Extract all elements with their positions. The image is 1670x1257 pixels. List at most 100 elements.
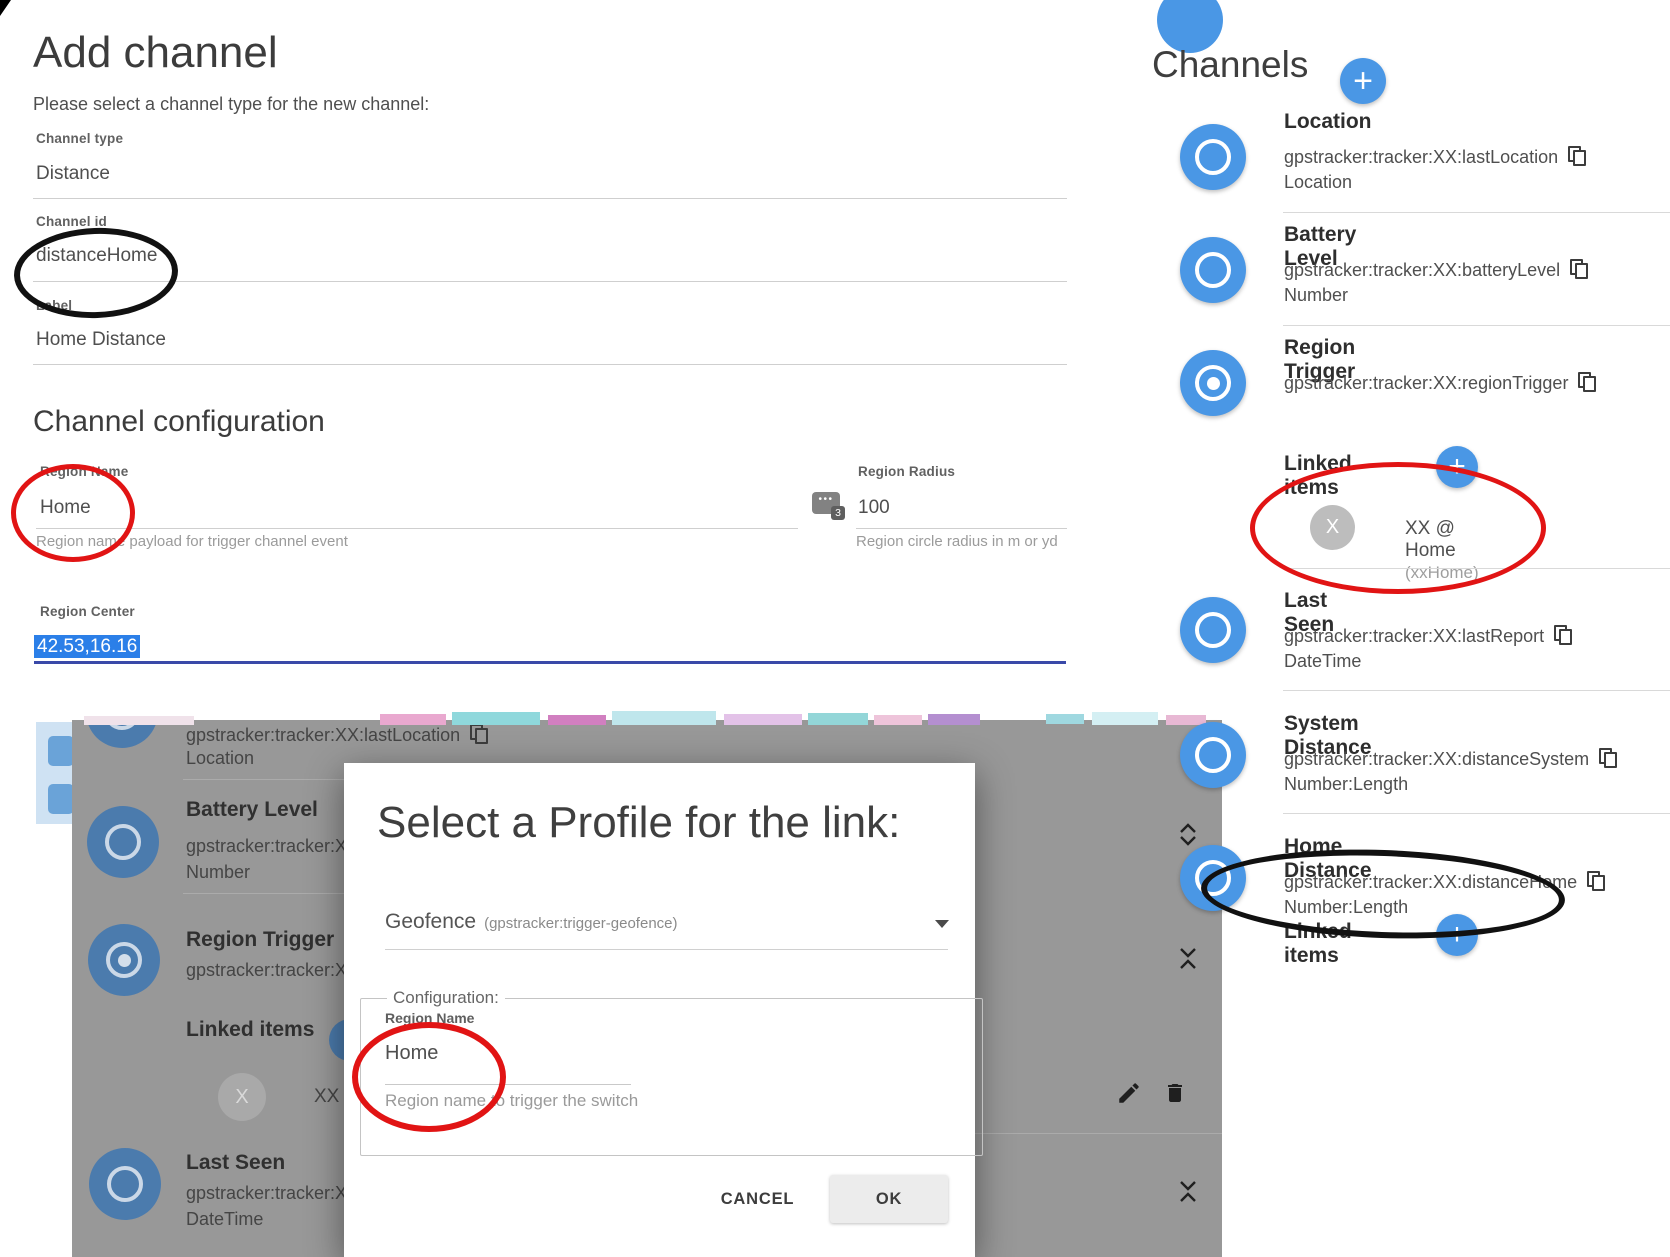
collapse-row-icon[interactable] — [1178, 1180, 1198, 1203]
system-distance-channel-icon — [1180, 722, 1246, 788]
divider — [33, 281, 1067, 282]
region-center-input[interactable]: 42.53,16.16 — [34, 636, 140, 658]
copy-icon[interactable] — [1587, 871, 1604, 891]
last-seen-channel-icon — [89, 1148, 161, 1220]
page-subtitle: Please select a channel type for the new… — [33, 94, 429, 115]
channel-id-label: Channel id — [36, 214, 107, 229]
copy-icon[interactable] — [1570, 259, 1587, 279]
cancel-button[interactable]: CANCEL — [700, 1178, 815, 1220]
dialog-region-name-label: Region Name — [385, 1010, 474, 1026]
corner-artifact — [0, 0, 11, 16]
divider — [385, 949, 948, 950]
label-field[interactable]: Home Distance — [36, 329, 166, 351]
battery-channel-icon — [1180, 237, 1246, 303]
channel-code: gpstracker:tracker:XX:lastReport — [1284, 625, 1571, 647]
channel-id-field[interactable]: distanceHome — [36, 245, 157, 267]
last-seen-channel-icon — [1180, 597, 1246, 663]
region-trigger-code: gpstracker:tracker:X — [186, 960, 347, 981]
collapse-row-icon[interactable] — [1178, 947, 1198, 970]
channel-type: Number:Length — [1284, 774, 1408, 795]
profile-select[interactable]: Geofence (gpstracker:trigger-geofence) — [385, 910, 678, 934]
map-widget-fragment — [36, 722, 74, 824]
region-trigger-channel-icon — [1180, 350, 1246, 416]
linked-item-avatar: X — [218, 1073, 266, 1121]
add-link-button[interactable]: + — [1436, 446, 1478, 488]
divider — [33, 198, 1067, 199]
channels-heading: Channels — [1152, 44, 1308, 86]
region-trigger-title: Region Trigger — [186, 928, 334, 952]
region-trigger-channel-icon — [88, 924, 160, 996]
location-channel-code: gpstracker:tracker:XX:lastLocation — [186, 724, 487, 746]
map-zoom-in-button[interactable] — [48, 736, 74, 766]
region-radius-input[interactable]: 100 — [858, 497, 890, 519]
region-name-label: Region Name — [40, 464, 128, 479]
location-channel-icon — [1180, 124, 1246, 190]
divider — [972, 1133, 1222, 1134]
ok-button[interactable]: OK — [830, 1175, 948, 1223]
add-link-button[interactable]: + — [1436, 914, 1478, 956]
divider — [1283, 568, 1670, 569]
battery-channel-title: Battery Level — [186, 798, 318, 822]
map-zoom-out-button[interactable] — [48, 784, 74, 814]
map-fragment — [548, 715, 606, 725]
channel-type: Location — [1284, 172, 1352, 193]
linked-item-label[interactable]: XX @ Home (xxHome) — [1405, 518, 1479, 584]
last-seen-title: Last Seen — [186, 1151, 285, 1175]
map-fragment — [1092, 712, 1158, 725]
channel-type: Number — [1284, 285, 1348, 306]
dialog-region-name-helper: Region name to trigger the switch — [385, 1091, 638, 1111]
focus-underline — [34, 661, 1066, 664]
region-name-helper: Region name payload for trigger channel … — [36, 533, 348, 550]
divider — [1283, 813, 1670, 814]
page-title: Add channel — [33, 28, 278, 78]
profile-selected-value: Geofence — [385, 910, 476, 933]
copy-icon[interactable] — [1578, 372, 1595, 392]
map-fragment — [380, 714, 446, 725]
channel-type: Number:Length — [1284, 897, 1408, 918]
channel-title: Location — [1284, 110, 1372, 134]
copy-icon[interactable] — [1554, 625, 1571, 645]
autofill-extension-icon[interactable]: ••• 3 — [812, 492, 840, 514]
divider — [385, 1084, 631, 1085]
configuration-legend: Configuration: — [387, 988, 505, 1008]
autofill-badge-count: 3 — [831, 506, 845, 520]
channel-type-field[interactable]: Distance — [36, 163, 110, 185]
divider — [1283, 212, 1670, 213]
channel-code: gpstracker:tracker:XX:batteryLevel — [1284, 259, 1587, 281]
map-fragment — [928, 714, 980, 725]
last-seen-code: gpstracker:tracker:X — [186, 1183, 347, 1204]
profile-dialog: Select a Profile for the link: Geofence(… — [344, 763, 975, 1257]
region-center-label: Region Center — [40, 604, 135, 619]
battery-channel-type: Number — [186, 862, 250, 883]
expand-row-icon[interactable] — [1178, 823, 1198, 846]
dialog-region-name-input[interactable]: Home — [385, 1042, 438, 1065]
channel-code: gpstracker:tracker:XX:regionTrigger — [1284, 372, 1595, 394]
last-seen-type: DateTime — [186, 1209, 263, 1230]
linked-items-label: Linked items — [186, 1018, 314, 1042]
map-fragment — [724, 714, 802, 725]
linked-items-label: Linked items — [1284, 920, 1352, 968]
divider — [33, 364, 1067, 365]
home-distance-channel-icon — [1180, 845, 1246, 911]
divider — [36, 528, 798, 529]
map-fragment — [612, 711, 716, 725]
location-channel-type: Location — [186, 748, 254, 769]
channel-code: gpstracker:tracker:XX:lastLocation — [1284, 146, 1585, 168]
chevron-down-icon[interactable] — [935, 920, 949, 928]
copy-icon[interactable] — [470, 724, 487, 744]
divider — [856, 528, 1067, 529]
add-channel-button[interactable]: + — [1340, 58, 1386, 104]
battery-channel-icon — [87, 806, 159, 878]
channel-code: gpstracker:tracker:XX:distanceHome — [1284, 871, 1604, 893]
profile-selected-detail: (gpstracker:trigger-geofence) — [484, 915, 677, 932]
linked-items-label: Linked items — [1284, 452, 1352, 500]
channel-code: gpstracker:tracker:XX:distanceSystem — [1284, 748, 1616, 770]
copy-icon[interactable] — [1599, 748, 1616, 768]
delete-icon[interactable] — [1163, 1080, 1187, 1111]
copy-icon[interactable] — [1568, 146, 1585, 166]
map-fragment — [452, 712, 540, 725]
edit-icon[interactable] — [1116, 1080, 1142, 1111]
divider — [1283, 325, 1670, 326]
map-fragment — [84, 716, 194, 725]
region-name-input[interactable]: Home — [40, 497, 91, 519]
